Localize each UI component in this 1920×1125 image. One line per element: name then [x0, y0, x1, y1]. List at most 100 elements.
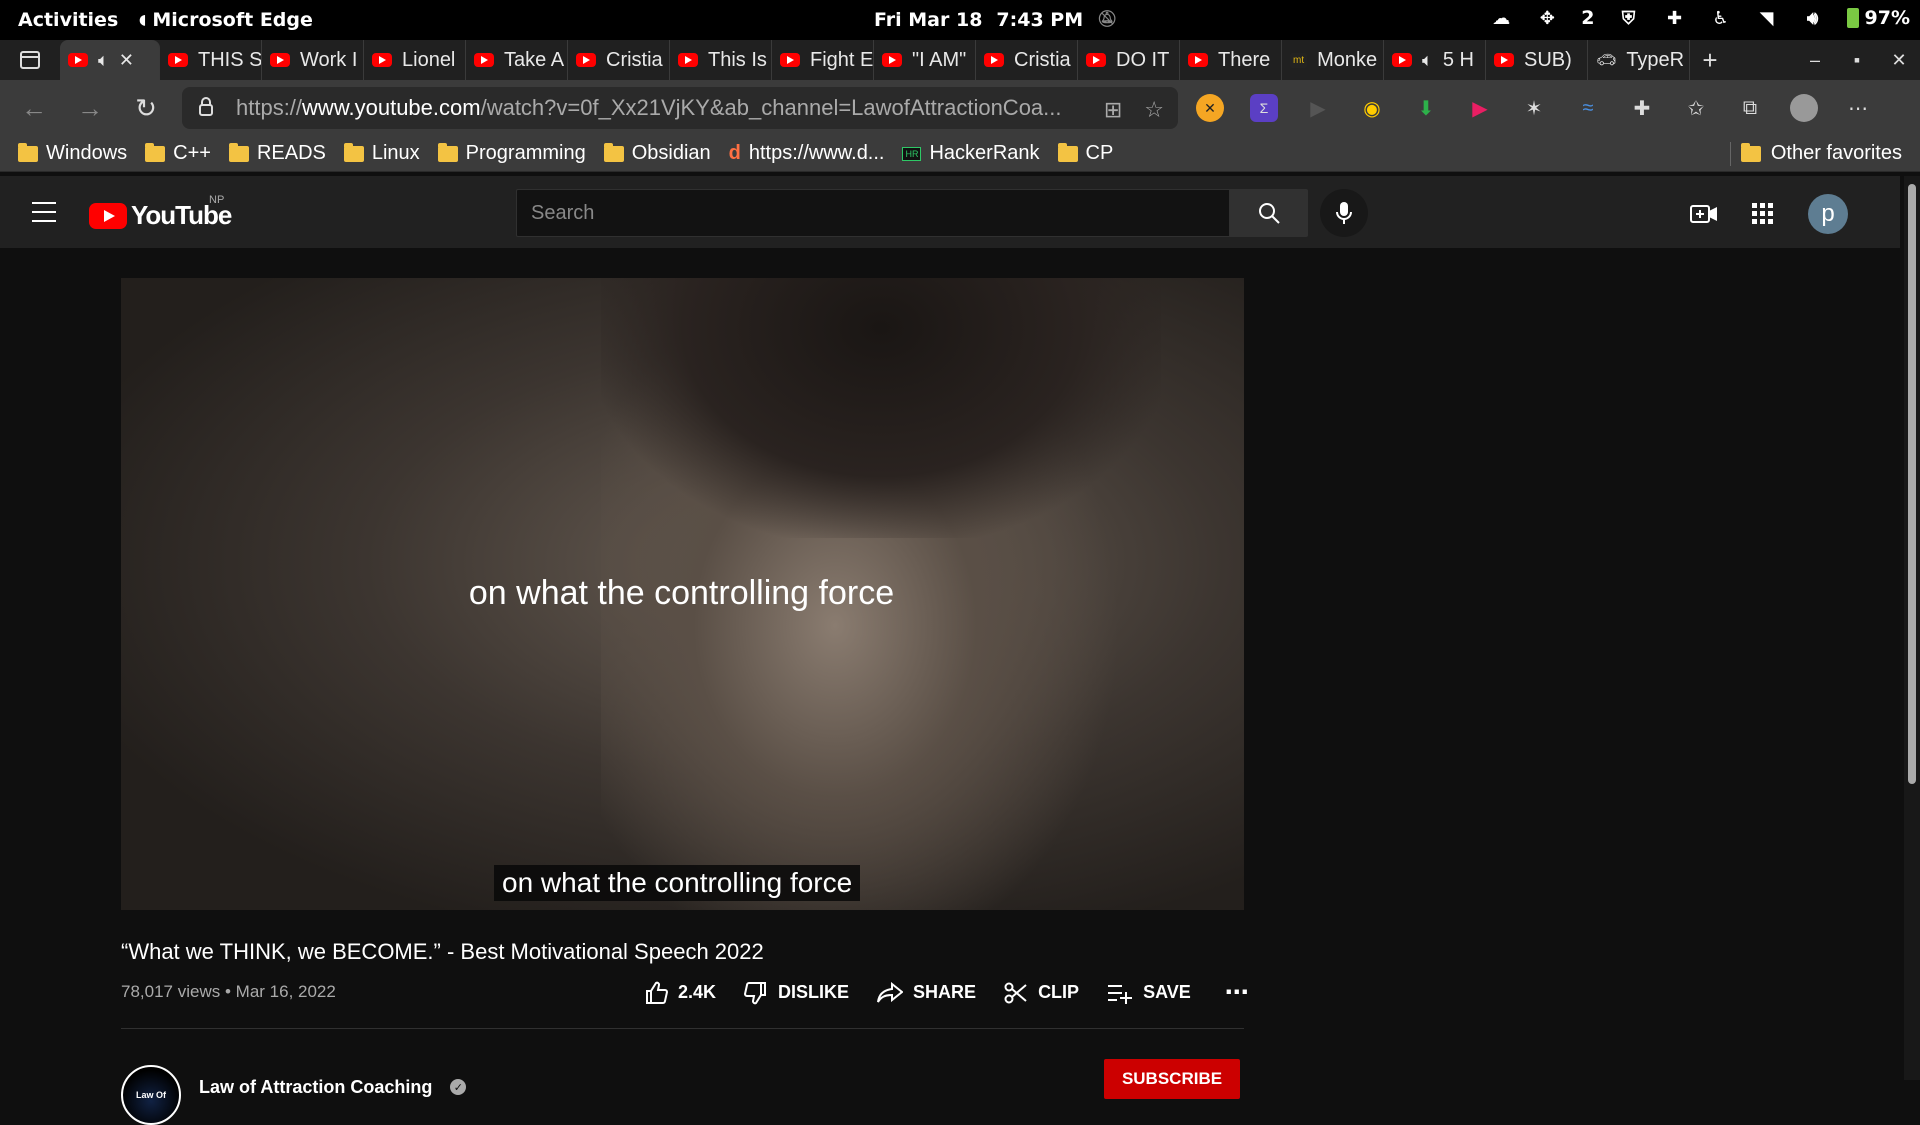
- other-favorites-label: Other favorites: [1770, 142, 1902, 164]
- search-input[interactable]: Search: [516, 189, 1230, 237]
- extension-dark-icon[interactable]: ✶: [1520, 94, 1548, 122]
- bookmark-programming[interactable]: Programming: [437, 142, 586, 165]
- dropbox-icon[interactable]: ✥: [1535, 6, 1559, 30]
- search-button[interactable]: [1230, 189, 1308, 237]
- app-available-icon[interactable]: ⊞: [1104, 97, 1122, 123]
- subscribe-button[interactable]: SUBSCRIBE: [1104, 1059, 1240, 1099]
- account-avatar[interactable]: p: [1808, 194, 1848, 234]
- battery-indicator[interactable]: 97%: [1846, 7, 1910, 29]
- tab[interactable]: SUB): [1486, 40, 1588, 80]
- video-player[interactable]: on what the controlling force on what th…: [121, 278, 1244, 910]
- like-button[interactable]: 2.4K: [644, 981, 716, 1005]
- apps-grid-icon[interactable]: [1752, 203, 1774, 225]
- menu-icon[interactable]: [32, 202, 56, 222]
- minimize-icon[interactable]: –: [1794, 50, 1836, 71]
- collections-icon[interactable]: ⧉: [1736, 94, 1764, 122]
- tab[interactable]: 🔈︎ 5 H: [1384, 40, 1486, 80]
- tab[interactable]: Work I: [262, 40, 364, 80]
- channel-avatar[interactable]: Law Of: [121, 1065, 181, 1125]
- extension-orange-icon[interactable]: ✕: [1196, 94, 1224, 122]
- bookmark-label: Windows: [46, 142, 128, 164]
- add-favorite-icon[interactable]: ☆: [1144, 97, 1164, 123]
- tab[interactable]: Cristia: [976, 40, 1078, 80]
- video-overlay-text: on what the controlling force: [121, 574, 1244, 613]
- system-tray[interactable]: ☁ ✥ 2 ⛨ ✚ ♿︎ ◥ 🔊︎ 97%: [1489, 6, 1910, 30]
- battery-percent: 97%: [1864, 7, 1910, 29]
- tab[interactable]: THIS S: [160, 40, 262, 80]
- wifi-icon[interactable]: ◥: [1755, 6, 1779, 30]
- favorites-icon[interactable]: ✩: [1682, 94, 1710, 122]
- tab-close-icon[interactable]: ✕: [119, 50, 134, 71]
- extension-badge-icon[interactable]: Σ: [1250, 94, 1278, 122]
- tab[interactable]: Cristia: [568, 40, 670, 80]
- youtube-logo[interactable]: YouTube NP: [89, 194, 232, 231]
- header-actions: p: [1690, 194, 1848, 234]
- extensions-icon[interactable]: ✚: [1628, 94, 1656, 122]
- app-menu[interactable]: ◖ Microsoft Edge: [139, 9, 313, 31]
- tab[interactable]: Lionel: [364, 40, 466, 80]
- bookmark-obsidian[interactable]: Obsidian: [603, 142, 711, 165]
- create-video-icon[interactable]: [1690, 203, 1718, 225]
- page-scrollbar[interactable]: [1904, 176, 1920, 1080]
- tab[interactable]: "I AM": [874, 40, 976, 80]
- settings-more-icon[interactable]: ⋯: [1844, 94, 1872, 122]
- tab[interactable]: 🚗︎ TypeR: [1588, 40, 1690, 80]
- lock-icon[interactable]: [198, 97, 214, 123]
- extension-play-icon[interactable]: ▶: [1466, 94, 1494, 122]
- dislike-button[interactable]: DISLIKE: [744, 981, 849, 1005]
- tab-audio-icon[interactable]: 🔈︎: [1422, 50, 1433, 71]
- volume-icon[interactable]: 🔊︎: [1801, 6, 1825, 30]
- bookmark-reads[interactable]: READS: [228, 142, 326, 165]
- bookmark-linux[interactable]: Linux: [343, 142, 420, 165]
- tab[interactable]: This Is: [670, 40, 772, 80]
- voice-search-button[interactable]: [1320, 189, 1368, 237]
- folder-icon: [145, 142, 166, 162]
- extension-hidden-icon[interactable]: ▶: [1304, 94, 1332, 122]
- bookmark-cp[interactable]: CP: [1057, 142, 1113, 165]
- close-window-icon[interactable]: ✕: [1878, 50, 1920, 71]
- extension-download-icon[interactable]: ⬇: [1412, 94, 1440, 122]
- bookmark-windows[interactable]: Windows: [18, 142, 127, 165]
- thumbs-up-icon: [646, 981, 668, 1004]
- bookmark-hackerrank[interactable]: HR HackerRank: [902, 142, 1040, 165]
- share-button[interactable]: SHARE: [877, 981, 976, 1004]
- address-bar[interactable]: https://www.youtube.com/watch?v=0f_Xx21V…: [182, 87, 1178, 129]
- forward-button[interactable]: →: [62, 80, 118, 136]
- tab-actions-button[interactable]: [0, 40, 60, 80]
- profile-icon[interactable]: [1790, 94, 1818, 122]
- tab-active[interactable]: 🔈︎ ✕: [60, 40, 160, 80]
- shield-icon[interactable]: ⛨: [1617, 6, 1641, 30]
- tab[interactable]: mt Monke: [1282, 40, 1384, 80]
- back-button[interactable]: ←: [6, 80, 62, 136]
- bookmark-site[interactable]: d https://www.d...: [729, 142, 885, 165]
- url-actions: ⊞ ☆: [1104, 97, 1164, 123]
- youtube-favicon-icon: [1086, 53, 1106, 67]
- tab-audio-icon[interactable]: 🔈︎: [98, 50, 109, 71]
- tab-label: THIS S: [198, 48, 262, 71]
- extension-wave-icon[interactable]: ≈: [1574, 94, 1602, 122]
- workspace-count[interactable]: 2: [1581, 7, 1594, 29]
- battery-icon: [1846, 8, 1859, 28]
- tab[interactable]: DO IT: [1078, 40, 1180, 80]
- extension-record-icon[interactable]: ◉: [1358, 94, 1386, 122]
- tab[interactable]: There: [1180, 40, 1282, 80]
- tab[interactable]: Take A: [466, 40, 568, 80]
- bookmark-cpp[interactable]: C++: [145, 142, 211, 165]
- clip-button[interactable]: CLIP: [1004, 981, 1079, 1005]
- accessibility-icon[interactable]: ♿︎: [1709, 6, 1733, 30]
- cloud-icon[interactable]: ☁: [1489, 6, 1513, 30]
- other-favorites[interactable]: Other favorites: [1729, 141, 1902, 166]
- puzzle-icon[interactable]: ✚: [1663, 6, 1687, 30]
- like-count: 2.4K: [678, 982, 717, 1002]
- tab[interactable]: Fight E: [772, 40, 874, 80]
- maximize-icon[interactable]: ▪: [1836, 50, 1878, 71]
- activities-button[interactable]: Activities: [18, 9, 118, 31]
- scrollbar-thumb[interactable]: [1908, 184, 1916, 784]
- youtube-favicon-icon: [576, 53, 596, 67]
- url-path: /watch?v=0f_Xx21VjKY&ab_channel=LawofAtt…: [480, 95, 1062, 120]
- save-button[interactable]: SAVE: [1107, 982, 1191, 1004]
- clock[interactable]: Fri Mar 18 7:43 PM 🔕︎: [874, 9, 1117, 31]
- new-tab-button[interactable]: +: [1690, 45, 1730, 76]
- more-actions-icon[interactable]: ⋯: [1225, 978, 1250, 1007]
- refresh-button[interactable]: ↻: [118, 80, 174, 136]
